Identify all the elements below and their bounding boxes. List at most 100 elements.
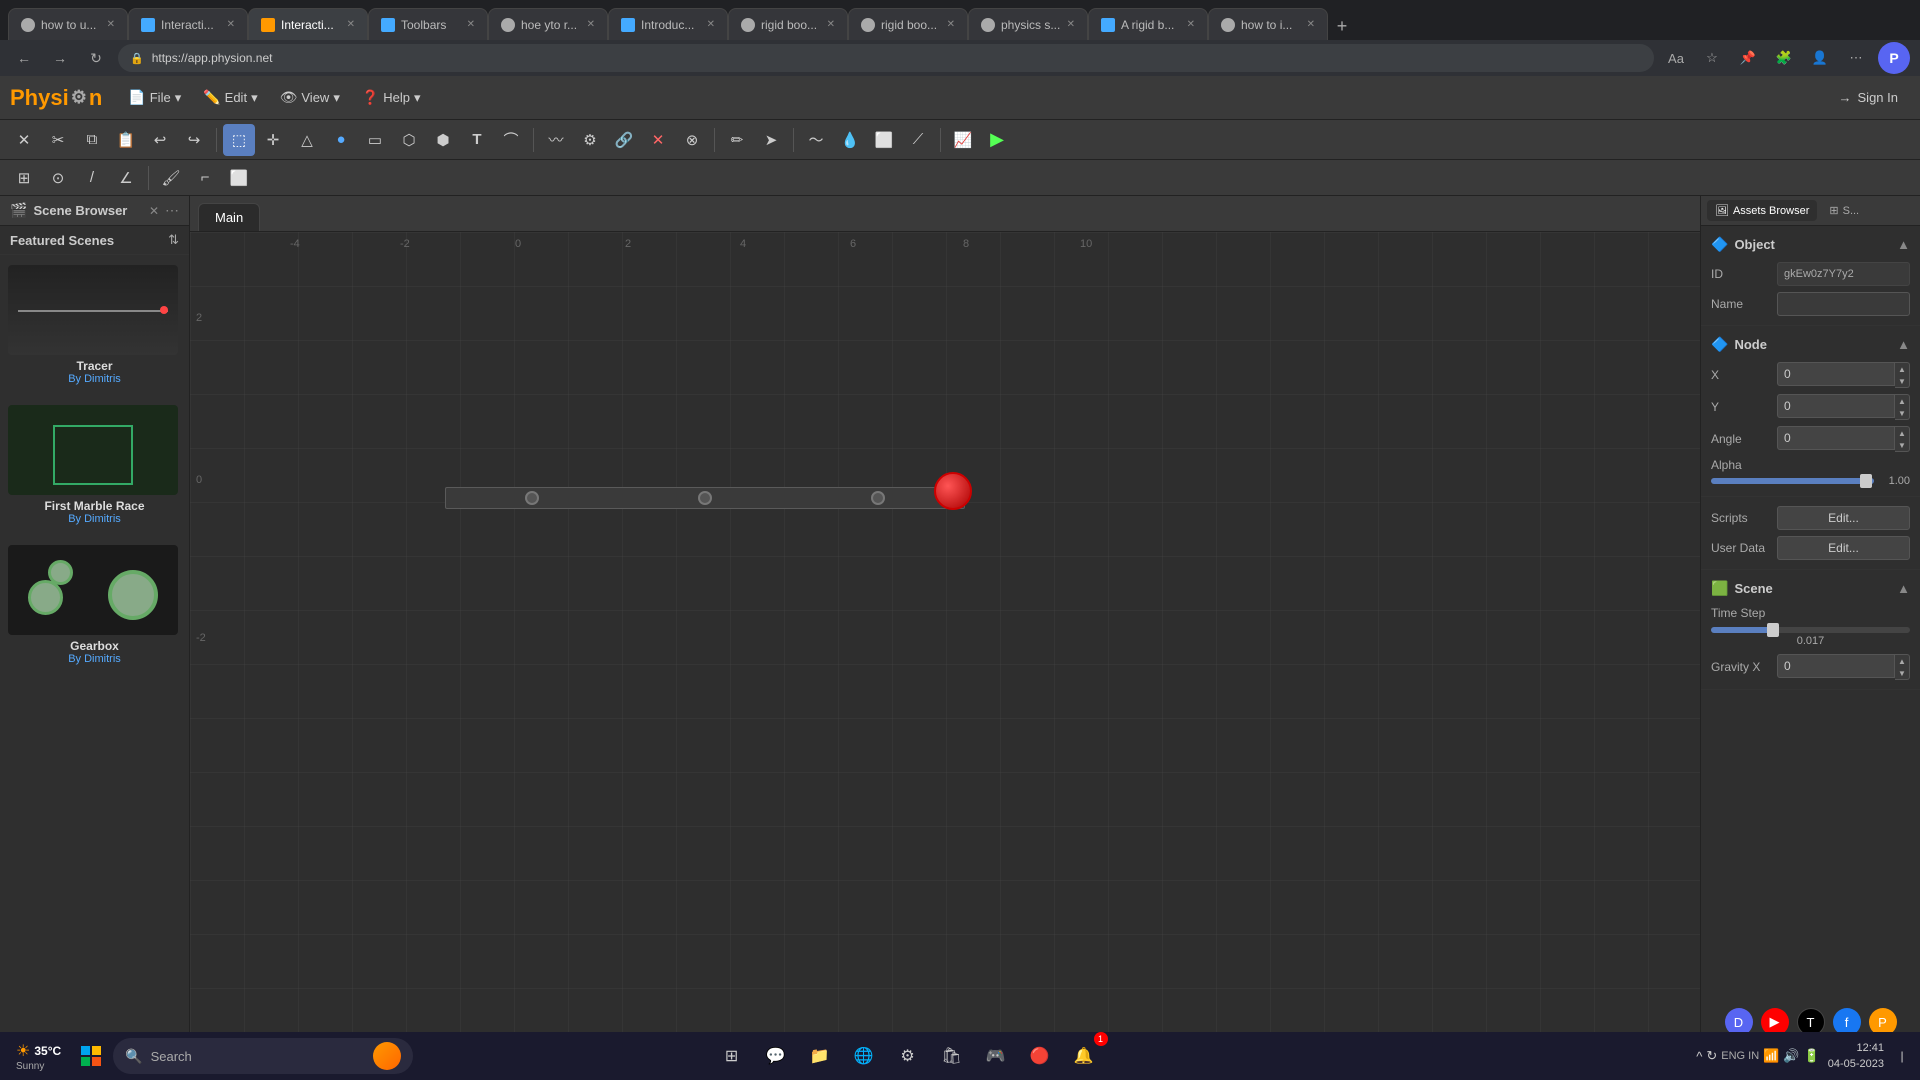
gravity-x-up-arrow[interactable]: ▲: [1895, 655, 1909, 667]
name-input[interactable]: [1777, 292, 1910, 316]
y-down-arrow[interactable]: ▼: [1895, 407, 1909, 419]
show-desktop-button[interactable]: |: [1892, 1036, 1912, 1076]
polygon-tool-button[interactable]: ⬡: [393, 124, 425, 156]
corner-sub-tool[interactable]: ⌐: [189, 162, 221, 194]
close-tool-button[interactable]: ✕: [8, 124, 40, 156]
tab-5[interactable]: hoe yto r... ✕: [488, 8, 608, 40]
tab-close-8[interactable]: ✕: [947, 19, 955, 30]
gravity-x-down-arrow[interactable]: ▼: [1895, 667, 1909, 679]
main-canvas-tab[interactable]: Main: [198, 203, 260, 231]
chain-tool-button[interactable]: 🔗: [608, 124, 640, 156]
system-clock[interactable]: 12:41 04-05-2023: [1828, 1040, 1884, 1073]
waveform-tool-button[interactable]: 〜: [800, 124, 832, 156]
undo-tool-button[interactable]: ↩: [144, 124, 176, 156]
chart-tool-button[interactable]: 📈: [947, 124, 979, 156]
hex-tool-button[interactable]: ⬢: [427, 124, 459, 156]
panel-close-button[interactable]: ✕: [149, 204, 159, 218]
favorites-button[interactable]: ☆: [1698, 44, 1726, 72]
tab-9[interactable]: physics s... ✕: [968, 8, 1088, 40]
spring-tool-button[interactable]: 〰: [540, 124, 572, 156]
start-button[interactable]: [73, 1038, 109, 1074]
chat-button[interactable]: 💬: [756, 1036, 796, 1076]
panel-more-button[interactable]: ⋯: [165, 202, 179, 219]
play-tool-button[interactable]: ▶: [981, 124, 1013, 156]
assets-browser-tab[interactable]: 🖼 Assets Browser: [1707, 200, 1817, 221]
tab-8[interactable]: rigid boo... ✕: [848, 8, 968, 40]
tab-7[interactable]: rigid boo... ✕: [728, 8, 848, 40]
tab-1[interactable]: how to u... ✕: [8, 8, 128, 40]
y-up-arrow[interactable]: ▲: [1895, 395, 1909, 407]
tab-close-2[interactable]: ✕: [227, 19, 235, 30]
tab-6[interactable]: Introduc... ✕: [608, 8, 728, 40]
box-sub-tool[interactable]: ⬜: [223, 162, 255, 194]
tab-11[interactable]: how to i... ✕: [1208, 8, 1328, 40]
gear-tool-button[interactable]: ⚙: [574, 124, 606, 156]
taskbar-search-bar[interactable]: 🔍 Search: [113, 1038, 413, 1074]
battery-icon[interactable]: 🔋: [1804, 1048, 1820, 1064]
view-menu[interactable]: 👁 View ▾: [270, 85, 350, 110]
tab-close-4[interactable]: ✕: [467, 19, 475, 30]
alpha-slider[interactable]: [1711, 478, 1874, 484]
reload-button[interactable]: ↻: [82, 44, 110, 72]
tab-close-6[interactable]: ✕: [707, 19, 715, 30]
angle-down-arrow[interactable]: ▼: [1895, 439, 1909, 451]
bezier-tool-button[interactable]: ⌒: [495, 124, 527, 156]
tab-close-10[interactable]: ✕: [1187, 19, 1195, 30]
rect-tool-button[interactable]: ▭: [359, 124, 391, 156]
physics-platform[interactable]: [445, 487, 965, 509]
column-tool-button[interactable]: ⬜: [868, 124, 900, 156]
scene-item-tracer[interactable]: Tracer By Dimitris: [4, 259, 185, 391]
second-tab[interactable]: ⊞ S...: [1821, 200, 1867, 221]
tab-close-11[interactable]: ✕: [1307, 19, 1315, 30]
tray-refresh-icon[interactable]: ↻: [1706, 1048, 1717, 1064]
browser-extension-icon[interactable]: P: [1878, 42, 1910, 74]
scene-item-marble[interactable]: First Marble Race By Dimitris: [4, 399, 185, 531]
file-menu[interactable]: 📄 File ▾: [118, 85, 191, 110]
paste-tool-button[interactable]: 📋: [110, 124, 142, 156]
canvas-wrapper[interactable]: -4 -2 0 2 4 6 8 10 2 0 -2: [190, 232, 1700, 1056]
triangle-tool-button[interactable]: △: [291, 124, 323, 156]
edit-menu[interactable]: ✏️ Edit ▾: [193, 85, 267, 110]
files-button[interactable]: 📁: [800, 1036, 840, 1076]
tab-4[interactable]: Toolbars ✕: [368, 8, 488, 40]
extensions-button[interactable]: 🧩: [1770, 44, 1798, 72]
tab-close-1[interactable]: ✕: [107, 19, 115, 30]
angle-input[interactable]: 0: [1777, 426, 1895, 450]
timestep-thumb[interactable]: [1767, 623, 1779, 637]
select-tool-button[interactable]: ⬚: [223, 124, 255, 156]
wifi-icon[interactable]: 📶: [1763, 1048, 1779, 1064]
tray-chevron[interactable]: ^: [1696, 1049, 1702, 1064]
address-bar[interactable]: 🔒 https://app.physion.net: [118, 44, 1654, 72]
redo-tool-button[interactable]: ↪: [178, 124, 210, 156]
arrow-tool-button[interactable]: ➤: [755, 124, 787, 156]
store-button[interactable]: 🛍: [932, 1036, 972, 1076]
object-section-toggle[interactable]: ▲: [1897, 237, 1910, 252]
timestep-slider[interactable]: 0.017: [1711, 627, 1910, 647]
move-tool-button[interactable]: ✛: [257, 124, 289, 156]
scene-item-gearbox[interactable]: Gearbox By Dimitris: [4, 539, 185, 671]
circle-tool-button[interactable]: ●: [325, 124, 357, 156]
x-input[interactable]: 0: [1777, 362, 1895, 386]
alpha-slider-thumb[interactable]: [1860, 474, 1872, 488]
reader-view-button[interactable]: Aa: [1662, 44, 1690, 72]
pen-tool-button[interactable]: ✏: [721, 124, 753, 156]
new-tab-button[interactable]: +: [1328, 12, 1356, 40]
y-input[interactable]: 0: [1777, 394, 1895, 418]
physics-ball[interactable]: [934, 472, 972, 510]
gravity-x-input[interactable]: 0: [1777, 654, 1895, 678]
tab-3[interactable]: Interacti... ✕: [248, 8, 368, 40]
pin-button[interactable]: 📌: [1734, 44, 1762, 72]
sign-in-button[interactable]: → Sign In: [1827, 86, 1910, 109]
tab-close-5[interactable]: ✕: [587, 19, 595, 30]
canvas-grid[interactable]: -4 -2 0 2 4 6 8 10 2 0 -2: [190, 232, 1700, 1056]
record-sub-tool[interactable]: ⊙: [42, 162, 74, 194]
grid-sub-tool[interactable]: ⊞: [8, 162, 40, 194]
angle-up-arrow[interactable]: ▲: [1895, 427, 1909, 439]
node-section-toggle[interactable]: ▲: [1897, 337, 1910, 352]
tab-2[interactable]: Interacti... ✕: [128, 8, 248, 40]
scripts-edit-button[interactable]: Edit...: [1777, 506, 1910, 530]
x-up-arrow[interactable]: ▲: [1895, 363, 1909, 375]
taskview-button[interactable]: ⊞: [712, 1036, 752, 1076]
drop-tool-button[interactable]: 💧: [834, 124, 866, 156]
user-data-edit-button[interactable]: Edit...: [1777, 536, 1910, 560]
